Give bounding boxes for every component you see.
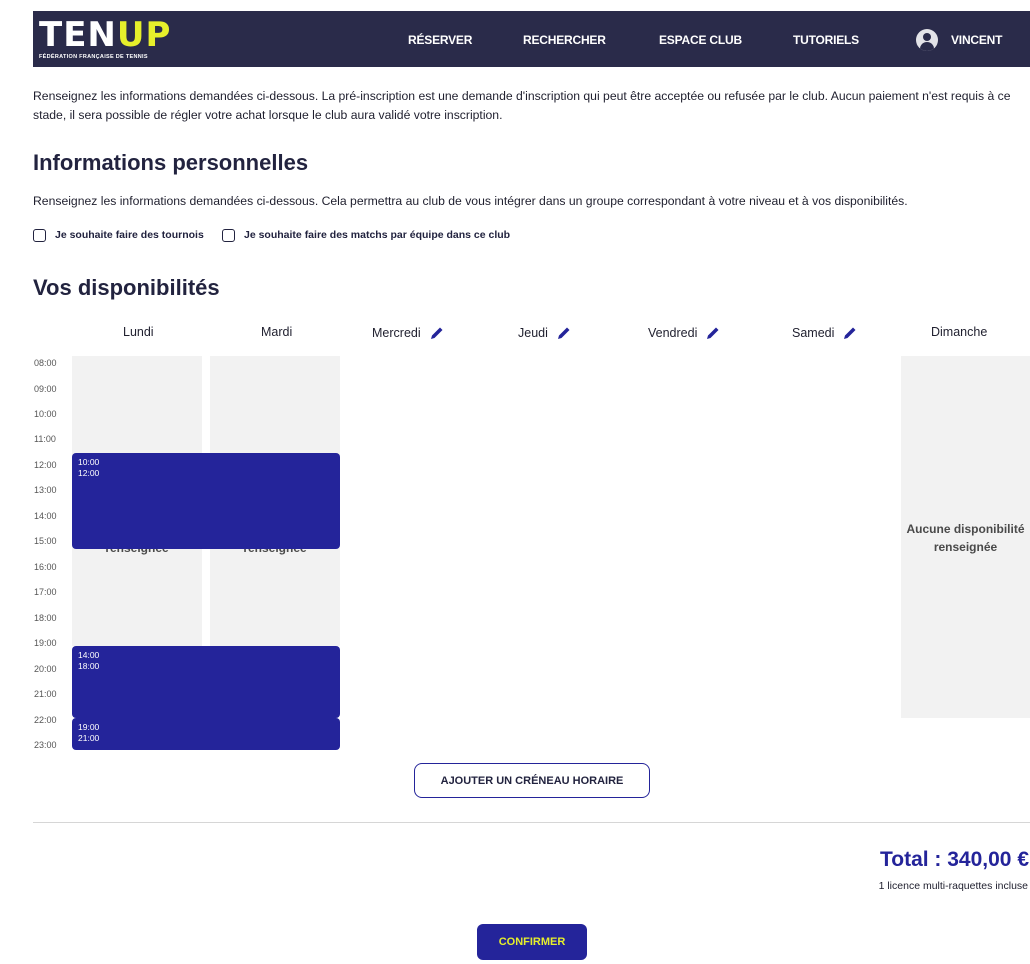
hour-label: 15:00 bbox=[34, 536, 57, 546]
logo-wordmark: TENUP bbox=[39, 15, 172, 55]
add-time-slot-button[interactable]: AJOUTER UN CRÉNEAU HORAIRE bbox=[414, 763, 650, 798]
user-avatar-icon[interactable] bbox=[916, 29, 938, 51]
team-matches-checkbox-label: Je souhaite faire des matchs par équipe … bbox=[244, 229, 511, 241]
confirm-button[interactable]: CONFIRMER bbox=[477, 924, 587, 960]
licence-note: 1 licence multi-raquettes incluse bbox=[878, 880, 1028, 892]
hour-label: 10:00 bbox=[34, 409, 57, 419]
dimanche-empty-text: Aucune disponibilité renseignée bbox=[906, 522, 1025, 554]
total-price: Total : 340,00 € bbox=[879, 848, 1029, 871]
user-menu-name[interactable]: VINCENT bbox=[951, 33, 1002, 47]
tenup-logo[interactable]: TENUP FÉDÉRATION FRANÇAISE DE TENNIS bbox=[39, 17, 179, 61]
nav-rechercher[interactable]: RECHERCHER bbox=[523, 33, 606, 47]
hour-label: 08:00 bbox=[34, 358, 57, 368]
personal-info-title: Informations personnelles bbox=[33, 150, 309, 175]
edit-vendredi-pencil-icon[interactable] bbox=[705, 325, 721, 341]
day-label-jeudi: Jeudi bbox=[518, 325, 572, 341]
day-label-dimanche: Dimanche bbox=[931, 325, 988, 339]
hour-label: 19:00 bbox=[34, 638, 57, 648]
hour-label: 13:00 bbox=[34, 485, 57, 495]
tournaments-option[interactable]: Je souhaite faire des tournois bbox=[33, 228, 204, 242]
personal-info-description: Renseignez les informations demandées ci… bbox=[33, 194, 908, 208]
divider bbox=[33, 822, 1030, 823]
hour-label: 09:00 bbox=[34, 384, 57, 394]
nav-tutoriels[interactable]: TUTORIELS bbox=[793, 33, 859, 47]
team-matches-option[interactable]: Je souhaite faire des matchs par équipe … bbox=[222, 228, 510, 242]
hour-label: 12:00 bbox=[34, 460, 57, 470]
time-slot[interactable]: 14:00 18:00 bbox=[72, 646, 340, 718]
time-slot[interactable]: 10:00 12:00 bbox=[72, 453, 340, 549]
day-label-samedi: Samedi bbox=[792, 325, 858, 341]
edit-jeudi-pencil-icon[interactable] bbox=[556, 325, 572, 341]
edit-samedi-pencil-icon[interactable] bbox=[842, 325, 858, 341]
day-label-vendredi: Vendredi bbox=[648, 325, 721, 341]
nav-reserver[interactable]: RÉSERVER bbox=[408, 33, 472, 47]
hour-label: 17:00 bbox=[34, 587, 57, 597]
day-label-mardi: Mardi bbox=[261, 325, 293, 339]
nav-espace-club[interactable]: ESPACE CLUB bbox=[659, 33, 742, 47]
day-label-lundi: Lundi bbox=[123, 325, 154, 339]
edit-mercredi-pencil-icon[interactable] bbox=[429, 325, 445, 341]
availability-title: Vos disponibilités bbox=[33, 275, 220, 300]
hour-label: 16:00 bbox=[34, 562, 57, 572]
hour-label: 11:00 bbox=[34, 434, 56, 444]
hour-label: 22:00 bbox=[34, 715, 57, 725]
hour-label: 14:00 bbox=[34, 511, 57, 521]
intro-text: Renseignez les informations demandées ci… bbox=[33, 89, 1011, 122]
team-matches-checkbox[interactable] bbox=[222, 228, 235, 242]
top-navigation-bar: TENUP FÉDÉRATION FRANÇAISE DE TENNIS RÉS… bbox=[33, 11, 1030, 67]
tournaments-checkbox-label: Je souhaite faire des tournois bbox=[55, 229, 204, 241]
hour-label: 20:00 bbox=[34, 664, 57, 674]
logo-subtitle: FÉDÉRATION FRANÇAISE DE TENNIS bbox=[39, 54, 148, 60]
day-label-mercredi: Mercredi bbox=[372, 325, 445, 341]
hour-label: 18:00 bbox=[34, 613, 57, 623]
hour-label: 21:00 bbox=[34, 689, 57, 699]
tournaments-checkbox[interactable] bbox=[33, 228, 46, 242]
hour-label: 23:00 bbox=[34, 740, 57, 750]
time-slot[interactable]: 19:00 21:00 bbox=[72, 718, 340, 750]
